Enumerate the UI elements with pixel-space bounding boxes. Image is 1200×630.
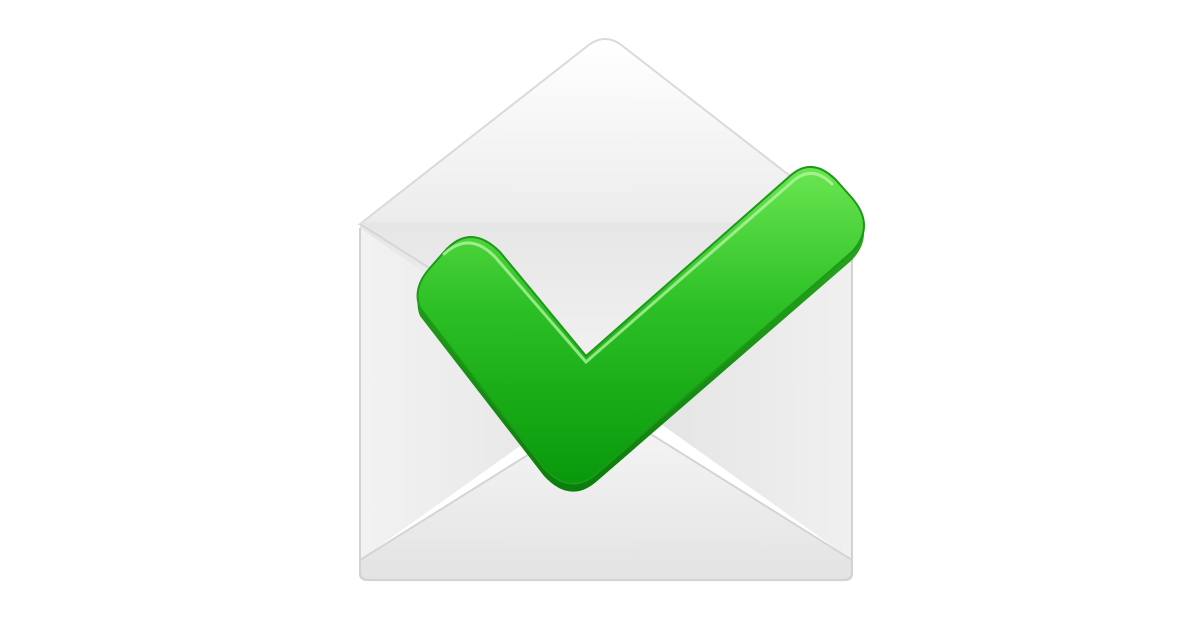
illustration-canvas (0, 0, 1200, 630)
envelope-check-illustration (0, 0, 1200, 630)
